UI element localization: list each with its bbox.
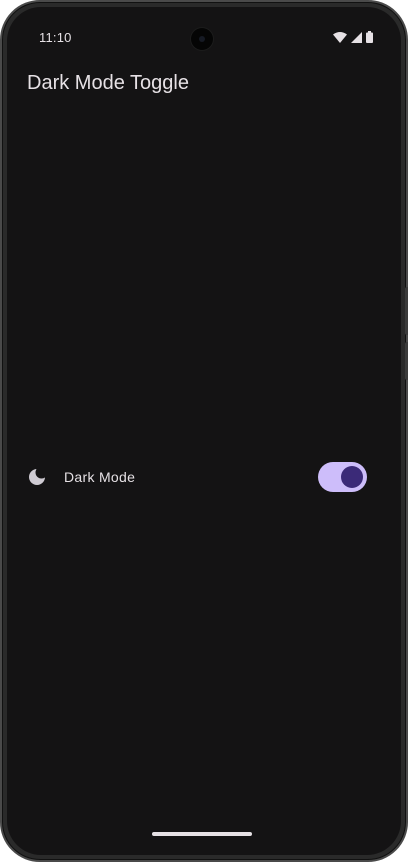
toggle-thumb [341, 466, 363, 488]
cellular-signal-icon [351, 31, 362, 43]
front-camera [191, 28, 213, 50]
phone-frame: 11:10 Dark Mode Toggle Dark Mode [0, 0, 408, 862]
dark-mode-setting-row: Dark Mode [7, 457, 401, 497]
app-screen: 11:10 Dark Mode Toggle Dark Mode [7, 7, 401, 855]
dark-mode-toggle[interactable] [318, 462, 367, 492]
status-time: 11:10 [39, 30, 72, 45]
home-indicator[interactable] [152, 832, 252, 836]
page-title: Dark Mode Toggle [27, 72, 189, 94]
dark-mode-label: Dark Mode [64, 469, 136, 485]
status-bar: 11:10 [7, 7, 401, 59]
status-icons [333, 31, 373, 43]
moon-icon [29, 469, 45, 485]
wifi-icon [333, 31, 347, 43]
battery-icon [366, 31, 373, 43]
